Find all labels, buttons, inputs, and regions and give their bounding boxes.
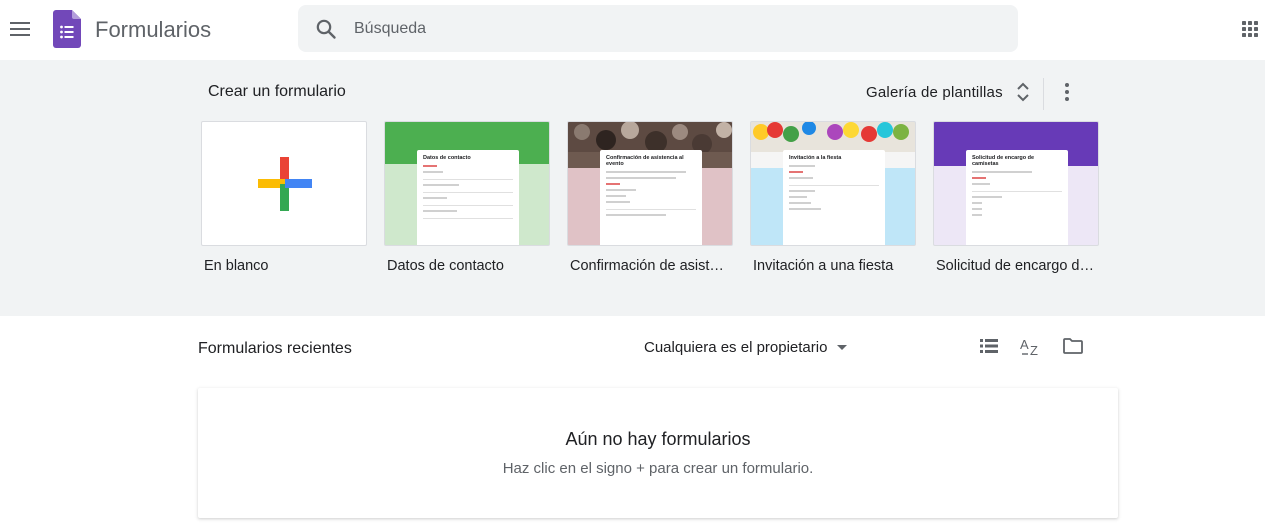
template-form-preview: Confirmación de asistencia al evento bbox=[600, 150, 702, 245]
hamburger-menu-icon bbox=[10, 22, 30, 36]
top-app-bar: Formularios bbox=[0, 0, 1265, 60]
list-view-icon[interactable] bbox=[977, 334, 1001, 358]
divider bbox=[1043, 78, 1044, 110]
owner-filter-dropdown[interactable]: Cualquiera es el propietario bbox=[644, 337, 848, 357]
folder-icon[interactable] bbox=[1061, 334, 1085, 358]
create-form-heading: Crear un formulario bbox=[208, 83, 346, 100]
template-blank[interactable]: En blanco bbox=[201, 121, 367, 274]
empty-state-card: Aún no hay formularios Haz clic en el si… bbox=[198, 388, 1118, 518]
recent-forms-heading: Formularios recientes bbox=[198, 340, 352, 357]
template-party-invite[interactable]: Invitación a la fiesta Invitación a una … bbox=[750, 121, 916, 274]
template-form-title: Datos de contacto bbox=[423, 155, 471, 161]
template-label: Solicitud de encargo d… bbox=[936, 258, 1094, 274]
template-thumbnail[interactable]: Solicitud de encargo de camisetas bbox=[933, 121, 1099, 246]
template-label: En blanco bbox=[204, 258, 269, 274]
owner-filter-label: Cualquiera es el propietario bbox=[644, 338, 828, 356]
forms-logo-icon[interactable] bbox=[53, 10, 81, 53]
empty-state-title: Aún no hay formularios bbox=[565, 429, 751, 449]
search-input[interactable] bbox=[354, 5, 994, 52]
svg-text:Z: Z bbox=[1030, 343, 1038, 358]
template-form-title: Confirmación de asistencia al evento bbox=[606, 155, 684, 167]
template-label: Invitación a una fiesta bbox=[753, 258, 894, 274]
empty-state-subtitle: Haz clic en el signo + para crear un for… bbox=[502, 460, 814, 477]
template-form-preview: Datos de contacto bbox=[417, 150, 519, 245]
app-title[interactable]: Formularios bbox=[95, 17, 211, 43]
template-event-rsvp[interactable]: Confirmación de asistencia al evento Con… bbox=[567, 121, 733, 274]
template-form-title: Solicitud de encargo de camisetas bbox=[972, 155, 1035, 167]
sort-az-icon[interactable]: A Z bbox=[1019, 334, 1043, 358]
template-contact-info[interactable]: Datos de contacto Datos de contacto bbox=[384, 121, 550, 274]
search-bar bbox=[298, 5, 1018, 52]
unfold-more-icon bbox=[1017, 82, 1029, 102]
more-options-icon[interactable] bbox=[1055, 80, 1079, 104]
template-form-title: Invitación a la fiesta bbox=[789, 155, 842, 161]
plus-icon bbox=[258, 157, 312, 211]
template-gallery-label: Galería de plantillas bbox=[866, 83, 1003, 101]
google-apps-icon[interactable] bbox=[1238, 17, 1262, 41]
template-form-preview: Solicitud de encargo de camisetas bbox=[966, 150, 1068, 245]
template-thumbnail[interactable] bbox=[201, 121, 367, 246]
template-gallery: Crear un formulario Galería de plantilla… bbox=[0, 60, 1265, 316]
template-tshirt-order[interactable]: Solicitud de encargo de camisetas Solici… bbox=[933, 121, 1099, 274]
template-label: Confirmación de asist… bbox=[570, 258, 724, 274]
svg-text:A: A bbox=[1020, 337, 1029, 352]
dropdown-arrow-icon bbox=[837, 344, 848, 350]
template-thumbnail[interactable]: Invitación a la fiesta bbox=[750, 121, 916, 246]
search-icon[interactable] bbox=[314, 17, 338, 41]
template-thumbnail[interactable]: Confirmación de asistencia al evento bbox=[567, 121, 733, 246]
template-gallery-button[interactable]: Galería de plantillas bbox=[860, 76, 1037, 108]
template-form-preview: Invitación a la fiesta bbox=[783, 150, 885, 245]
template-label: Datos de contacto bbox=[387, 258, 504, 274]
main-menu-button[interactable] bbox=[6, 15, 34, 43]
template-thumbnail[interactable]: Datos de contacto bbox=[384, 121, 550, 246]
